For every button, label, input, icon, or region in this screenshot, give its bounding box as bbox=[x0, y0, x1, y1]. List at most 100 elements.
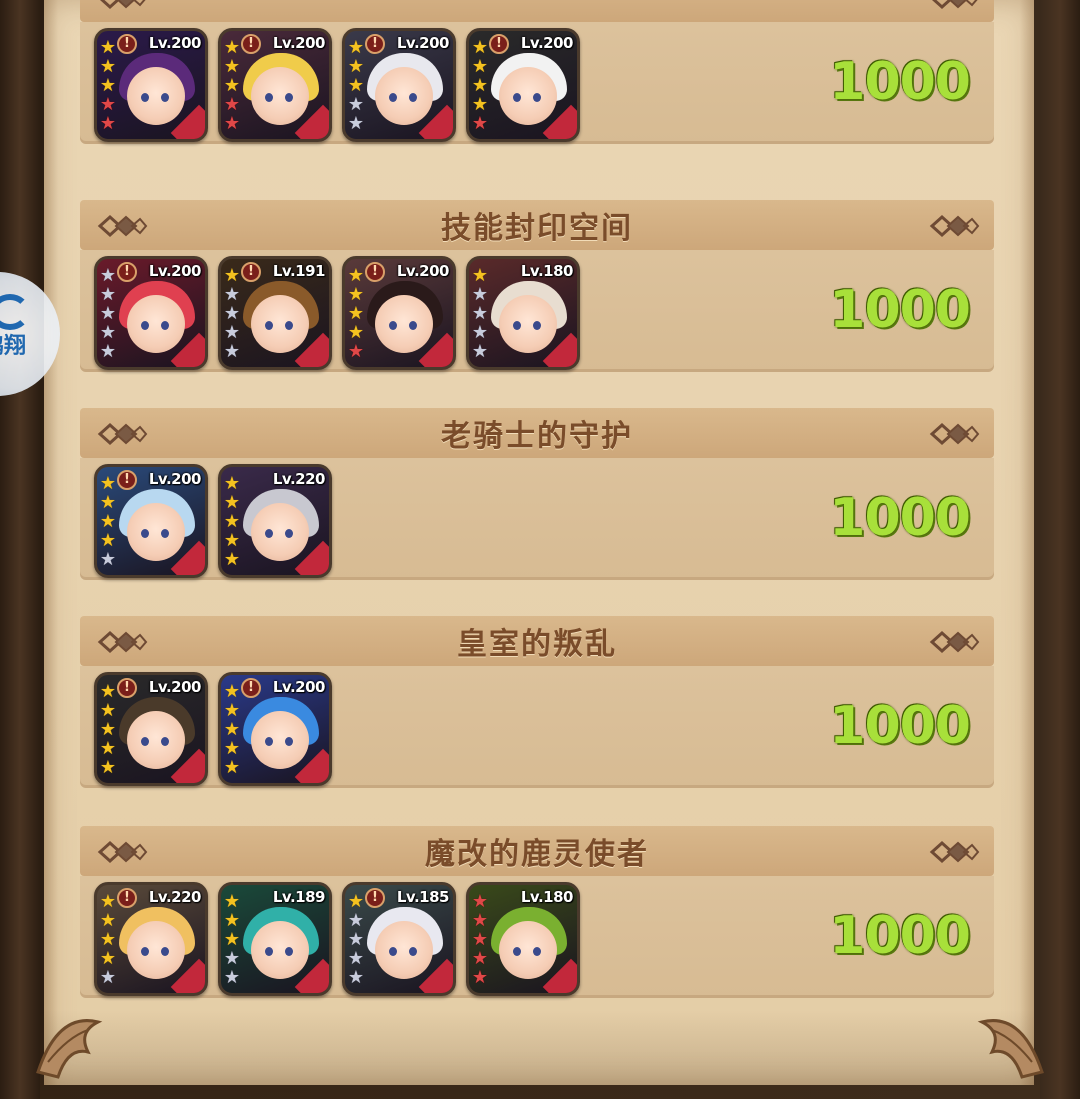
hero-portrait-face bbox=[127, 295, 185, 353]
star-icon: ★ bbox=[99, 530, 117, 551]
hero-card[interactable]: ★ ★ ★ ★ ★ Lv.180 bbox=[466, 882, 580, 996]
hero-card[interactable]: ★ ★ ★ ★ ★! Lv.200 bbox=[94, 672, 208, 786]
diamond-ornament-icon bbox=[97, 630, 148, 654]
hero-card[interactable]: ★ ★ ★ ★ ★! Lv.200 bbox=[342, 28, 456, 142]
hero-portrait-eye bbox=[161, 93, 169, 102]
hero-portrait-eye bbox=[285, 529, 293, 538]
star-icon: ★ bbox=[99, 757, 117, 778]
hero-stars: ★ ★ ★ ★ ★ bbox=[347, 39, 365, 133]
hero-portrait-eye bbox=[265, 947, 273, 956]
hero-level: Lv.180 bbox=[520, 888, 574, 906]
stage-header: 老骑士的守护 bbox=[80, 408, 994, 458]
star-icon: ★ bbox=[99, 341, 117, 362]
stage-score: 1000 bbox=[829, 906, 971, 966]
star-icon: ★ bbox=[223, 511, 241, 532]
star-icon: ★ bbox=[99, 492, 117, 513]
hero-stars: ★ ★ ★ ★ ★ bbox=[223, 475, 241, 569]
hero-level: Lv.200 bbox=[272, 678, 326, 696]
star-icon: ★ bbox=[223, 492, 241, 513]
hero-card[interactable]: ★ ★ ★ ★ ★! Lv.185 bbox=[342, 882, 456, 996]
star-icon: ★ bbox=[223, 948, 241, 969]
hero-portrait-face bbox=[251, 67, 309, 125]
hero-card[interactable]: ★ ★ ★ ★ ★! Lv.200 bbox=[342, 256, 456, 370]
star-icon: ★ bbox=[223, 265, 241, 286]
bottom-decoration bbox=[36, 1010, 1044, 1099]
hero-portrait-eye bbox=[389, 93, 397, 102]
star-icon: ★ bbox=[347, 322, 365, 343]
stage-section: 技能封印空间 ★ ★ ★ ★ ★! Lv.200 ★ ★ ★ ★ ★! Lv.191 ★ ★ ★ ★ ★! Lv.2… bbox=[80, 200, 994, 372]
hero-stars: ★ ★ ★ ★ ★ bbox=[223, 39, 241, 133]
diamond-ornament-icon bbox=[929, 422, 980, 446]
hero-level: Lv.200 bbox=[148, 470, 202, 488]
hero-card[interactable]: ★ ★ ★ ★ ★ Lv.180 bbox=[466, 256, 580, 370]
stage-section: 魔改的鹿灵使者 ★ ★ ★ ★ ★! Lv.220 ★ ★ ★ ★ ★ Lv.189 ★ ★ ★ ★ ★! Lv.1… bbox=[80, 826, 994, 998]
hero-card[interactable]: ★ ★ ★ ★ ★ Lv.189 bbox=[218, 882, 332, 996]
hero-card[interactable]: ★ ★ ★ ★ ★! Lv.200 bbox=[218, 28, 332, 142]
hero-portrait-eye bbox=[285, 947, 293, 956]
hero-team: ★ ★ ★ ★ ★! Lv.220 ★ ★ ★ ★ ★ Lv.189 ★ ★ ★ ★ ★! Lv.185 ★ ★ ★ ★ ★… bbox=[94, 882, 580, 996]
hero-card[interactable]: ★ ★ ★ ★ ★! Lv.200 bbox=[94, 256, 208, 370]
hero-card[interactable]: ★ ★ ★ ★ ★! Lv.200 bbox=[94, 464, 208, 578]
star-icon: ★ bbox=[99, 719, 117, 740]
hero-stars: ★ ★ ★ ★ ★ bbox=[99, 893, 117, 987]
star-icon: ★ bbox=[99, 967, 117, 988]
star-icon: ★ bbox=[471, 322, 489, 343]
hero-card[interactable]: ★ ★ ★ ★ ★! Lv.220 bbox=[94, 882, 208, 996]
hero-portrait-eye bbox=[533, 321, 541, 330]
stage-score: 1000 bbox=[829, 488, 971, 548]
star-icon: ★ bbox=[99, 303, 117, 324]
hero-portrait-face bbox=[375, 295, 433, 353]
star-icon: ★ bbox=[99, 37, 117, 58]
hero-level: Lv.180 bbox=[520, 262, 574, 280]
stage-body: ★ ★ ★ ★ ★! Lv.200 ★ ★ ★ ★ ★ Lv.220 1000 bbox=[80, 458, 994, 580]
star-icon: ★ bbox=[347, 37, 365, 58]
stage-score: 1000 bbox=[829, 696, 971, 756]
star-icon: ★ bbox=[223, 891, 241, 912]
hero-portrait-eye bbox=[161, 321, 169, 330]
star-icon: ★ bbox=[99, 549, 117, 570]
star-icon: ★ bbox=[99, 738, 117, 759]
hero-stars: ★ ★ ★ ★ ★ bbox=[471, 39, 489, 133]
star-icon: ★ bbox=[471, 284, 489, 305]
hero-portrait-face bbox=[127, 503, 185, 561]
star-icon: ★ bbox=[223, 530, 241, 551]
hero-portrait-eye bbox=[285, 321, 293, 330]
star-icon: ★ bbox=[223, 75, 241, 96]
star-icon: ★ bbox=[223, 341, 241, 362]
hero-portrait-eye bbox=[141, 93, 149, 102]
hero-card[interactable]: ★ ★ ★ ★ ★! Lv.200 bbox=[466, 28, 580, 142]
star-icon: ★ bbox=[347, 94, 365, 115]
hero-level: Lv.200 bbox=[272, 34, 326, 52]
star-icon: ★ bbox=[99, 322, 117, 343]
star-icon: ★ bbox=[223, 37, 241, 58]
exclamation-icon: ! bbox=[241, 678, 261, 698]
hero-portrait-face bbox=[251, 921, 309, 979]
star-icon: ★ bbox=[347, 113, 365, 134]
hero-card[interactable]: ★ ★ ★ ★ ★ Lv.220 bbox=[218, 464, 332, 578]
hero-portrait-eye bbox=[285, 93, 293, 102]
star-icon: ★ bbox=[347, 265, 365, 286]
star-icon: ★ bbox=[347, 910, 365, 931]
stage-title: 老骑士的守护 bbox=[441, 419, 633, 454]
stage-body: ★ ★ ★ ★ ★! Lv.200 ★ ★ ★ ★ ★! Lv.200 1000 bbox=[80, 666, 994, 788]
stage-header: 皇室的叛乱 bbox=[80, 616, 994, 666]
hero-portrait-face bbox=[375, 67, 433, 125]
hero-portrait-face bbox=[375, 921, 433, 979]
star-icon: ★ bbox=[99, 700, 117, 721]
hero-card[interactable]: ★ ★ ★ ★ ★! Lv.200 bbox=[218, 672, 332, 786]
hero-portrait-eye bbox=[409, 947, 417, 956]
hero-portrait-face bbox=[251, 503, 309, 561]
hero-level: Lv.220 bbox=[148, 888, 202, 906]
hero-team: ★ ★ ★ ★ ★! Lv.200 ★ ★ ★ ★ ★! Lv.191 ★ ★ ★ ★ ★! Lv.200 ★ ★ ★ ★… bbox=[94, 256, 580, 370]
hero-portrait-face bbox=[127, 711, 185, 769]
hero-stars: ★ ★ ★ ★ ★ bbox=[223, 267, 241, 361]
right-leaf-ornament-icon bbox=[977, 1019, 1044, 1079]
hero-card[interactable]: ★ ★ ★ ★ ★! Lv.200 bbox=[94, 28, 208, 142]
hero-card[interactable]: ★ ★ ★ ★ ★! Lv.191 bbox=[218, 256, 332, 370]
exclamation-icon: ! bbox=[365, 34, 385, 54]
star-icon: ★ bbox=[223, 303, 241, 324]
hero-stars: ★ ★ ★ ★ ★ bbox=[347, 893, 365, 987]
hero-level: Lv.200 bbox=[148, 34, 202, 52]
hero-portrait-eye bbox=[141, 737, 149, 746]
star-icon: ★ bbox=[99, 891, 117, 912]
